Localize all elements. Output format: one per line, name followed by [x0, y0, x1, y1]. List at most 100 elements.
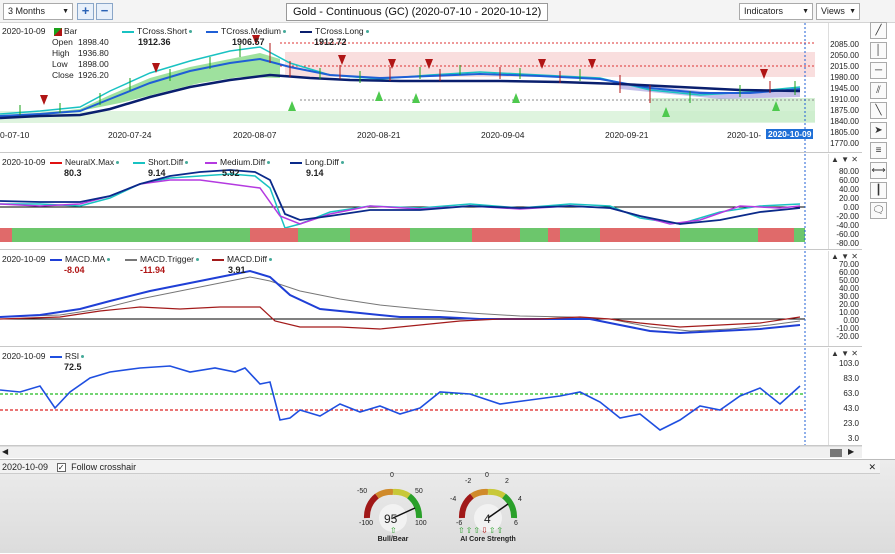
ohlc-close: Close 1926.20	[52, 70, 109, 80]
y-tick: 1910.00	[830, 95, 859, 104]
scroll-thumb[interactable]	[830, 449, 842, 457]
trend-tool-icon[interactable]: ╲	[870, 102, 887, 119]
follow-crosshair-checkbox[interactable]: ✓	[56, 463, 66, 473]
medium-diff-legend: Medium.Diff	[205, 157, 271, 167]
ohlc-high: High 1936.80	[52, 48, 109, 58]
neural-date: 2020-10-09	[2, 157, 46, 167]
short-diff-value: 9.14	[148, 168, 166, 178]
y-tick: 60.00	[838, 176, 859, 185]
gauge-tick: -100	[359, 520, 374, 527]
y-tick: 40.00	[838, 185, 859, 194]
gauge-tick: 100	[415, 520, 427, 527]
views-select[interactable]: Views ▼	[816, 3, 860, 20]
scroll-left-icon[interactable]: ◀	[2, 447, 8, 456]
macd-pane: 2020-10-09 MACD.MA -8.04 MACD.Trigger -1…	[0, 251, 862, 347]
rsi-line	[0, 365, 801, 431]
rsi-pane: 2020-10-09 RSI 72.5 ▲ ▼ ✕ 103.0 83.0 63.…	[0, 348, 862, 446]
horizontal-line-icon[interactable]: ─	[870, 62, 887, 79]
bar-legend: Bar	[54, 26, 77, 36]
vertical-line-icon[interactable]: │	[870, 42, 887, 59]
x-tick: 0-07-10	[0, 130, 30, 140]
tcross-long-legend: TCross.Long	[300, 26, 369, 36]
gauge-tick: 6	[514, 520, 518, 527]
y-tick: 23.0	[843, 419, 859, 428]
chart-toolbar: 3 Months ▼ + − Gold - Continuous (GC) (2…	[0, 0, 895, 23]
y-tick: -80.00	[836, 239, 859, 248]
add-button[interactable]: +	[77, 3, 94, 20]
macd-trigger-legend: MACD.Trigger	[125, 254, 199, 264]
neural-y-axis: 80.00 60.00 40.00 20.00 0.00 -20.00 -40.…	[828, 154, 862, 249]
macd-chart-svg	[0, 251, 806, 346]
chevron-down-icon: ▼	[62, 8, 69, 15]
y-tick: 103.0	[838, 359, 859, 368]
gauge-tick: 50	[415, 488, 423, 495]
x-tick: 2020-09-21	[605, 130, 649, 140]
bar-swatch-icon	[54, 27, 62, 36]
y-tick: 3.0	[847, 434, 859, 443]
remove-button[interactable]: −	[96, 3, 113, 20]
tcross-medium-value: 1906.57	[232, 37, 265, 47]
neural-plot[interactable]: 2020-10-09 NeuralX.Max 80.3 Short.Diff 9…	[0, 154, 828, 249]
time-scrollbar[interactable]: ◀ ▶	[0, 446, 862, 458]
y-tick: 2015.00	[830, 62, 859, 71]
short-diff-legend: Short.Diff	[133, 157, 189, 167]
period-select[interactable]: 3 Months ▼	[3, 3, 73, 20]
x-tick: 2020-09-04	[481, 130, 525, 140]
tcross-short-value: 1912.36	[138, 37, 171, 47]
bull-bear-label: Bull/Bear	[377, 536, 409, 543]
ohlc-low: Low 1898.00	[52, 59, 109, 69]
price-y-axis: 2085.00 2050.00 2015.00 1980.00 1945.00 …	[828, 23, 862, 152]
rsi-plot[interactable]: 2020-10-09 RSI 72.5	[0, 348, 828, 445]
period-select-label: 3 Months	[8, 6, 46, 16]
cursor-date-label: 2020-10-09	[766, 129, 814, 139]
macd-diff-value: 3.91	[228, 265, 246, 275]
up-arrow-icon: ⇧	[390, 526, 397, 535]
views-label: Views	[821, 6, 845, 16]
text-tool-icon[interactable]: ┃	[870, 182, 887, 199]
gauge-tick: 0	[485, 472, 489, 479]
medium-diff-value: 5.92	[222, 168, 240, 178]
macd-ma-legend: MACD.MA	[50, 254, 111, 264]
gauge-tick: -2	[465, 478, 472, 485]
price-plot[interactable]: 2020-10-09 Bar Open 1898.40 High 1936.80 L…	[0, 23, 828, 152]
macd-ma-value: -8.04	[64, 265, 85, 275]
tcross-medium-legend: TCross.Medium	[206, 26, 286, 36]
y-tick: 1805.00	[830, 128, 859, 137]
gauge-tick: -50	[357, 488, 368, 495]
ohlc-readout: Open 1898.40 High 1936.80 Low 1898.00 Close…	[52, 37, 109, 81]
rsi-chart-svg	[0, 348, 806, 445]
line-tool-icon[interactable]: ╱	[870, 22, 887, 39]
ai-core-label: AI Core Strength	[460, 536, 516, 543]
long-diff-line	[0, 169, 801, 225]
rsi-legend: RSI	[50, 351, 85, 361]
support-band	[0, 111, 815, 123]
y-tick: 1875.00	[830, 106, 859, 115]
y-tick: 1945.00	[830, 84, 859, 93]
measure-tool-icon[interactable]: ⟷	[870, 162, 887, 179]
y-tick: 43.0	[843, 404, 859, 413]
y-tick: 1840.00	[830, 117, 859, 126]
gauge-tick: -4	[450, 496, 457, 503]
comment-tool-icon[interactable]: 🗨	[870, 202, 887, 219]
bull-bear-value: 95	[384, 512, 398, 526]
indicators-select[interactable]: Indicators ▼	[739, 3, 813, 20]
macd-plot[interactable]: 2020-10-09 MACD.MA -8.04 MACD.Trigger -1…	[0, 251, 828, 346]
price-date: 2020-10-09	[2, 26, 46, 36]
x-tick: 2020-08-21	[357, 130, 401, 140]
scroll-right-icon[interactable]: ▶	[848, 447, 854, 456]
strength-arrows-icon: ⇧⇧⇧⇩⇧⇧	[458, 526, 505, 535]
chevron-down-icon: ▼	[849, 8, 856, 15]
short-diff-line	[0, 173, 801, 229]
follow-crosshair-label: Follow crosshair	[71, 462, 137, 472]
tcross-long-value: 1912.72	[314, 37, 347, 47]
parallel-lines-icon[interactable]: ⫽	[870, 82, 887, 99]
macd-ma-line	[0, 269, 801, 335]
close-icon[interactable]: ✕	[868, 460, 876, 474]
rsi-y-axis: 103.0 83.0 63.0 43.0 23.0 3.0	[828, 348, 862, 445]
arrow-tool-icon[interactable]: ➤	[870, 122, 887, 139]
y-tick: 83.0	[843, 374, 859, 383]
y-tick: -20.00	[836, 332, 859, 341]
price-pane: 2020-10-09 Bar Open 1898.40 High 1936.80 L…	[0, 23, 862, 153]
gauge-tick: 2	[505, 478, 509, 485]
fib-tool-icon[interactable]: ≡	[870, 142, 887, 159]
